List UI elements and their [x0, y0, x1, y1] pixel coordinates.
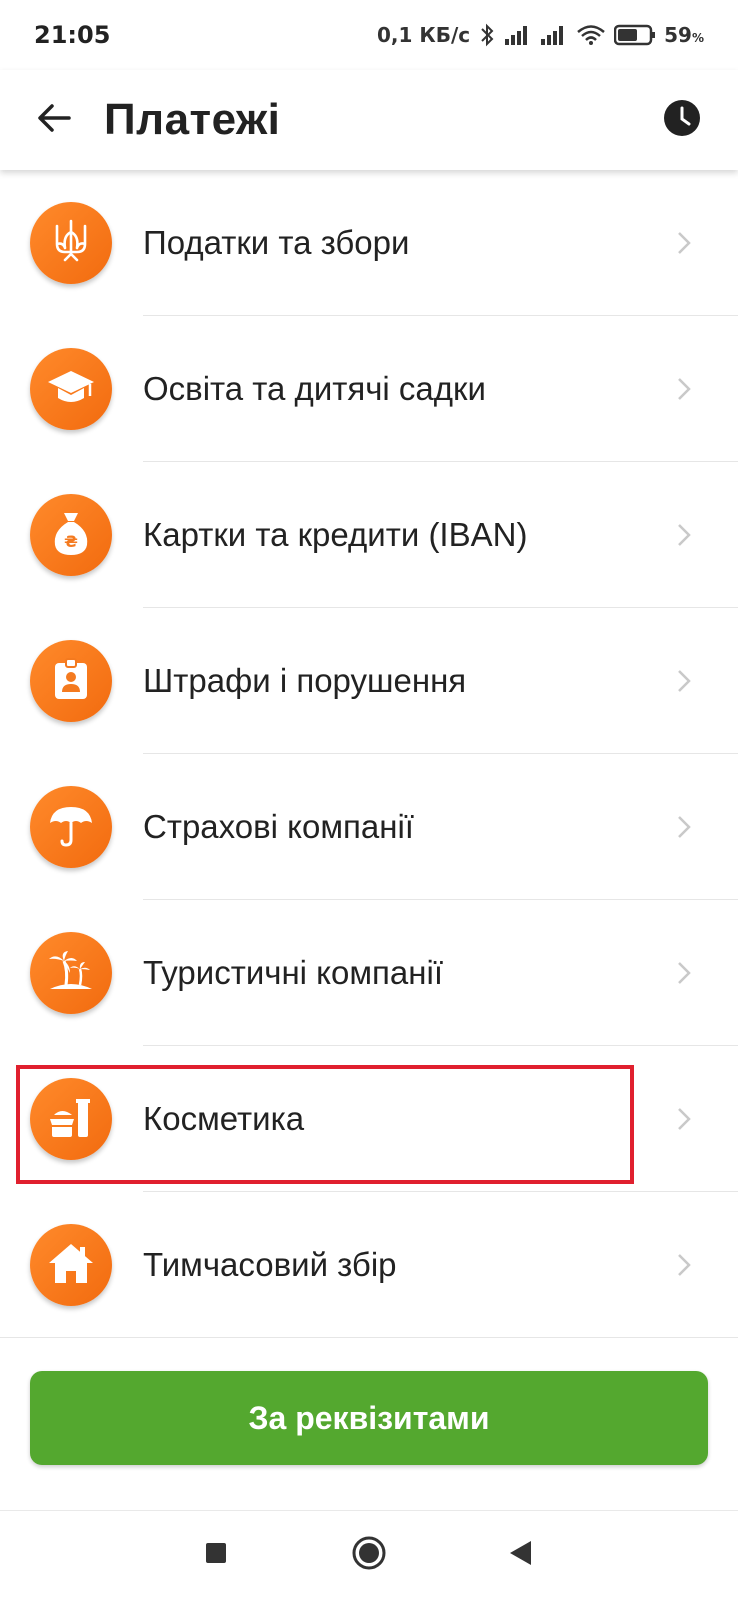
- signal-icon: [504, 24, 532, 46]
- app-bar: Платежі: [0, 70, 738, 170]
- divider: [0, 1337, 738, 1338]
- payment-categories-list: Податки та збори Освіта та дитячі садки …: [0, 170, 738, 1338]
- chevron-right-icon: [674, 812, 694, 842]
- home-icon: [351, 1535, 387, 1576]
- back-button[interactable]: [26, 92, 82, 148]
- battery-percent-unit: %: [691, 31, 704, 45]
- home-button[interactable]: [347, 1533, 391, 1577]
- status-indicators: 0,1 КБ/с 59%: [377, 23, 704, 47]
- graduation-cap-icon: [46, 367, 96, 412]
- category-label: Туристичні компанії: [143, 954, 443, 991]
- category-label: Штрафи і порушення: [143, 662, 467, 699]
- chevron-right-icon: [674, 374, 694, 404]
- signal-icon: [540, 24, 568, 46]
- category-icon-circle: [30, 1224, 112, 1306]
- category-item-cosmetics[interactable]: Косметика: [0, 1046, 738, 1192]
- recent-apps-icon: [204, 1541, 228, 1570]
- category-icon-circle: [30, 786, 112, 868]
- back-triangle-icon: [507, 1539, 533, 1572]
- wifi-icon: [576, 24, 606, 46]
- category-label: Картки та кредити (IBAN): [143, 516, 528, 553]
- category-icon-circle: [30, 1078, 112, 1160]
- battery-percent: 59%: [664, 23, 704, 47]
- category-icon-circle: [30, 202, 112, 284]
- bluetooth-icon: [478, 23, 496, 47]
- umbrella-icon: [48, 803, 94, 852]
- status-time: 21:05: [34, 21, 111, 49]
- status-bar: 21:05 0,1 КБ/с 59%: [0, 0, 738, 70]
- back-nav-button[interactable]: [498, 1533, 542, 1577]
- category-label: Страхові компанії: [143, 808, 414, 845]
- category-item-fines[interactable]: Штрафи і порушення: [0, 608, 738, 754]
- page-title: Платежі: [104, 95, 281, 144]
- category-label: Податки та збори: [143, 224, 410, 261]
- house-icon: [47, 1241, 95, 1290]
- arrow-left-icon: [37, 103, 71, 138]
- chevron-right-icon: [674, 1104, 694, 1134]
- svg-text:₴: ₴: [64, 532, 78, 551]
- category-item-insurance[interactable]: Страхові компанії: [0, 754, 738, 900]
- system-nav-bar: [0, 1511, 738, 1599]
- trident-icon: [51, 218, 91, 269]
- chevron-right-icon: [674, 228, 694, 258]
- category-icon-circle: [30, 640, 112, 722]
- category-icon-circle: [30, 348, 112, 430]
- clock-icon: [663, 99, 701, 142]
- id-badge-icon: [53, 657, 89, 706]
- battery-icon: [614, 24, 656, 46]
- category-item-education[interactable]: Освіта та дитячі садки: [0, 316, 738, 462]
- category-item-tourism[interactable]: Туристичні компанії: [0, 900, 738, 1046]
- history-button[interactable]: [656, 94, 708, 146]
- recent-apps-button[interactable]: [194, 1533, 238, 1577]
- chevron-right-icon: [674, 666, 694, 696]
- chevron-right-icon: [674, 958, 694, 988]
- chevron-right-icon: [674, 520, 694, 550]
- category-item-taxes[interactable]: Податки та збори: [0, 170, 738, 316]
- cosmetics-icon: [46, 1095, 96, 1144]
- chevron-right-icon: [674, 1250, 694, 1280]
- category-item-temporary-fee[interactable]: Тимчасовий збір: [0, 1192, 738, 1338]
- battery-percent-value: 59: [664, 23, 692, 47]
- pay-by-requisites-button[interactable]: За реквізитами: [30, 1371, 708, 1465]
- category-item-cards-credits[interactable]: ₴ Картки та кредити (IBAN): [0, 462, 738, 608]
- category-label: Тимчасовий збір: [143, 1246, 397, 1283]
- money-bag-icon: ₴: [51, 509, 91, 562]
- category-label: Косметика: [143, 1100, 305, 1137]
- network-speed: 0,1 КБ/с: [376, 23, 471, 47]
- category-icon-circle: ₴: [30, 494, 112, 576]
- category-icon-circle: [30, 932, 112, 1014]
- category-label: Освіта та дитячі садки: [143, 370, 486, 407]
- palm-island-icon: [46, 949, 96, 998]
